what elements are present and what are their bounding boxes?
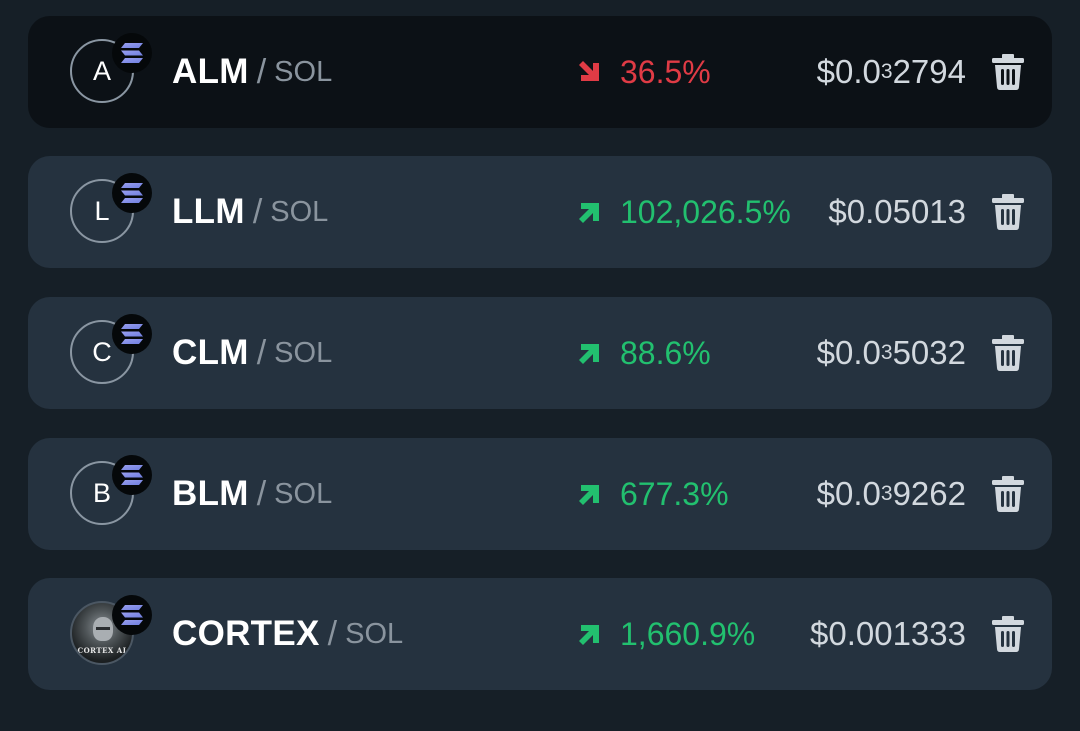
avatar-letter: A [92, 55, 111, 86]
arrow-up-right-icon [579, 485, 599, 505]
solana-icon [112, 314, 152, 354]
logo-eyes [96, 627, 110, 630]
base-symbol: LLM [172, 192, 245, 231]
price-value: $0.0 3 5032 [816, 334, 966, 371]
pair-name: ALM / SOL [172, 16, 332, 128]
trash-icon[interactable] [992, 476, 1024, 512]
price-change: 677.3% [577, 438, 729, 550]
quote-symbol: SOL [274, 477, 333, 510]
pair-row-llm[interactable]: L LLM / SOL 102,026.5% $0.05013 [28, 156, 1052, 268]
pair-separator: / [256, 333, 267, 372]
pair-separator: / [252, 192, 263, 231]
change-value: 1,660.9% [620, 615, 756, 652]
quote-symbol: SOL [345, 617, 404, 650]
avatar-letter: C [92, 336, 112, 367]
pair-separator: / [327, 614, 338, 653]
change-value: 102,026.5% [620, 193, 791, 230]
pair-row-blm[interactable]: B BLM / SOL 677.3% $0.0 3 9262 [28, 438, 1052, 550]
change-value: 88.6% [620, 334, 711, 371]
arrow-up-right-icon [579, 625, 599, 645]
pair-row-clm[interactable]: C CLM / SOL 88.6% $0.0 3 5032 [28, 297, 1052, 409]
avatar-letter: B [92, 477, 111, 508]
pair-separator: / [256, 474, 267, 513]
price-change: 36.5% [577, 16, 711, 128]
logo-caption: CORTEX AI [77, 646, 127, 655]
avatar-letter: L [94, 195, 110, 226]
trash-icon[interactable] [992, 54, 1024, 90]
pair-name: BLM / SOL [172, 438, 332, 550]
pair-separator: / [256, 52, 267, 91]
base-symbol: CORTEX [172, 614, 320, 653]
quote-symbol: SOL [274, 336, 333, 369]
price-change: 1,660.9% [577, 578, 755, 690]
pair-row-alm[interactable]: A ALM / SOL 36.5% $0.0 3 2794 [28, 16, 1052, 128]
price-change: 88.6% [577, 297, 711, 409]
solana-icon [112, 173, 152, 213]
quote-symbol: SOL [274, 55, 333, 88]
arrow-down-right-icon [579, 61, 599, 81]
trash-icon[interactable] [992, 194, 1024, 230]
pair-row-cortex[interactable]: CORTEX AI CORTEX / SOL 1,660.9% $0.00133… [28, 578, 1052, 690]
arrow-up-right-icon [579, 344, 599, 364]
price-value: $0.0 3 2794 [816, 53, 966, 90]
solana-icon [112, 595, 152, 635]
watchlist: A ALM / SOL 36.5% $0.0 3 2794 L LLM / SOL [0, 0, 1080, 731]
change-value: 677.3% [620, 475, 729, 512]
solana-icon [112, 33, 152, 73]
price-value: $0.05013 [828, 193, 966, 230]
quote-symbol: SOL [270, 195, 329, 228]
pair-name: LLM / SOL [172, 156, 328, 268]
solana-icon [112, 455, 152, 495]
trash-icon[interactable] [992, 335, 1024, 371]
base-symbol: ALM [172, 52, 249, 91]
pair-name: CORTEX / SOL [172, 578, 403, 690]
arrow-up-right-icon [579, 203, 599, 223]
change-value: 36.5% [620, 53, 711, 90]
base-symbol: BLM [172, 474, 249, 513]
price-change: 102,026.5% [577, 156, 791, 268]
price-value: $0.0 3 9262 [816, 475, 966, 512]
pair-name: CLM / SOL [172, 297, 332, 409]
trash-icon[interactable] [992, 616, 1024, 652]
base-symbol: CLM [172, 333, 249, 372]
price-value: $0.001333 [810, 615, 966, 652]
